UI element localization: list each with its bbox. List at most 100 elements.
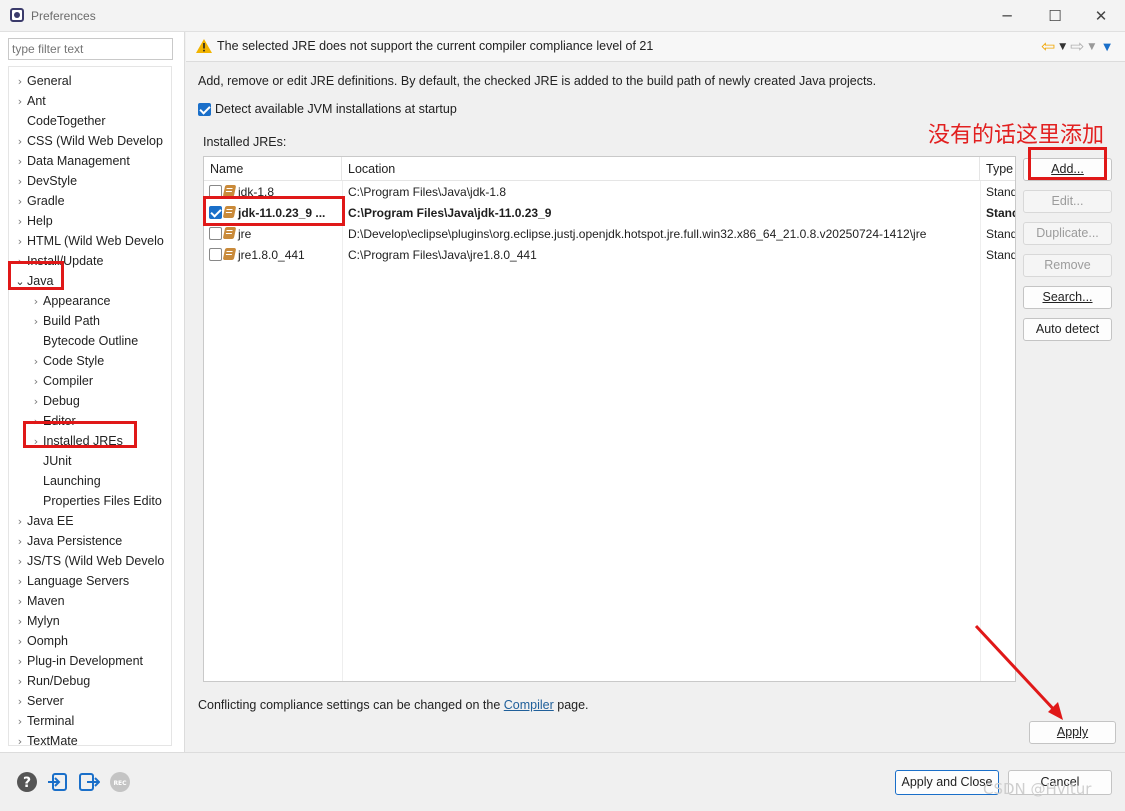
sidebar-item[interactable]: › TextMate (13, 731, 78, 745)
table-row[interactable]: jdk-11.0.23_9 ... C:\Program Files\Java\j… (204, 203, 1015, 224)
export-icon[interactable] (78, 771, 100, 793)
sidebar-item[interactable]: › Java Persistence (13, 531, 122, 551)
sidebar-item[interactable]: › Appearance (29, 291, 111, 312)
view-menu-icon[interactable]: ▼ (1103, 42, 1111, 53)
sidebar-item[interactable]: › Java EE (13, 511, 74, 531)
detect-jvm-checkbox[interactable] (198, 102, 211, 116)
sidebar-item[interactable]: Properties Files Edito (29, 491, 162, 511)
sidebar-item[interactable]: › Terminal (13, 711, 74, 731)
edit-button[interactable]: Edit... (1023, 190, 1112, 213)
chevron-right-icon[interactable]: › (13, 192, 27, 212)
jre-default-checkbox[interactable] (209, 248, 222, 261)
compiler-link[interactable]: Compiler (504, 698, 554, 712)
chevron-right-icon[interactable]: › (13, 572, 27, 592)
chevron-right-icon[interactable]: › (13, 692, 27, 712)
sidebar-item[interactable]: › Maven (13, 591, 65, 611)
sidebar-item[interactable]: JUnit (29, 451, 71, 471)
sidebar-item[interactable]: › DevStyle (13, 171, 77, 191)
sidebar-item[interactable]: › Gradle (13, 191, 65, 211)
sidebar-item[interactable]: › JS/TS (Wild Web Develo (13, 551, 165, 572)
jre-location: C:\Program Files\Java\jre1.8.0_441 (348, 248, 537, 262)
chevron-right-icon[interactable]: › (13, 532, 27, 552)
sidebar-item[interactable]: › Compiler (29, 371, 93, 391)
sidebar-item[interactable]: › Mylyn (13, 611, 60, 631)
sidebar-item[interactable]: › Build Path (29, 311, 100, 331)
forward-arrow-icon[interactable]: ⇨ (1070, 37, 1084, 57)
sidebar-item[interactable]: ⌄ Java (13, 271, 53, 291)
forward-dropdown-icon[interactable]: ▼ (1088, 42, 1095, 52)
minimize-button[interactable]: ─ (987, 4, 1027, 28)
chevron-right-icon[interactable]: › (13, 612, 27, 632)
chevron-right-icon[interactable]: › (29, 372, 43, 392)
chevron-right-icon[interactable]: › (13, 592, 27, 612)
sidebar-item[interactable]: › Language Servers (13, 571, 129, 591)
chevron-right-icon[interactable]: › (13, 552, 27, 572)
table-row[interactable]: jre D:\Develop\eclipse\plugins\org.eclips… (204, 224, 1015, 245)
sidebar-item[interactable]: › Data Management (13, 151, 130, 171)
chevron-right-icon[interactable]: › (29, 412, 43, 432)
sidebar-item[interactable]: › Install/Update (13, 251, 104, 272)
add-button[interactable]: Add... (1023, 158, 1112, 181)
remove-button[interactable]: Remove (1023, 254, 1112, 277)
sidebar-item[interactable]: › Installed JREs (29, 431, 123, 451)
chevron-right-icon[interactable]: › (13, 252, 27, 272)
chevron-down-icon[interactable]: ⌄ (13, 272, 27, 292)
column-header-location[interactable]: Location (342, 157, 980, 181)
column-header-type[interactable]: Type (980, 157, 1015, 181)
sidebar-item[interactable]: › Ant (13, 91, 46, 111)
chevron-right-icon[interactable]: › (13, 672, 27, 692)
close-button[interactable]: ✕ (1081, 4, 1121, 28)
sidebar-item[interactable]: › Oomph (13, 631, 68, 651)
import-icon[interactable] (47, 771, 69, 793)
sidebar-item[interactable]: CodeTogether (13, 111, 106, 131)
sidebar-item[interactable]: › Run/Debug (13, 671, 90, 691)
sidebar-item[interactable]: Bytecode Outline (29, 331, 138, 351)
duplicate-button[interactable]: Duplicate... (1023, 222, 1112, 245)
chevron-right-icon[interactable]: › (29, 392, 43, 412)
chevron-right-icon[interactable]: › (29, 432, 43, 452)
sidebar-item[interactable]: › Editor (29, 411, 76, 431)
filter-input[interactable] (8, 38, 173, 60)
column-header-name[interactable]: Name (204, 157, 342, 181)
detect-jvm-option[interactable]: Detect available JVM installations at st… (198, 102, 457, 116)
chevron-right-icon[interactable]: › (13, 212, 27, 232)
chevron-right-icon[interactable]: › (29, 352, 43, 372)
maximize-button[interactable]: ☐ (1035, 4, 1075, 28)
jre-location: C:\Program Files\Java\jdk-1.8 (348, 185, 507, 199)
sidebar-item[interactable]: › Help (13, 211, 53, 231)
search-button[interactable]: Search... (1023, 286, 1112, 309)
sidebar-item[interactable]: › Server (13, 691, 64, 711)
sidebar-scrollbar[interactable] (175, 66, 183, 746)
chevron-right-icon[interactable]: › (13, 632, 27, 652)
sidebar-item[interactable]: › Debug (29, 391, 80, 411)
chevron-right-icon[interactable]: › (29, 292, 43, 312)
chevron-right-icon[interactable]: › (13, 712, 27, 732)
chevron-right-icon[interactable]: › (13, 72, 27, 92)
chevron-right-icon[interactable]: › (13, 152, 27, 172)
chevron-right-icon[interactable]: › (13, 512, 27, 532)
chevron-right-icon[interactable]: › (29, 312, 43, 332)
back-arrow-icon[interactable]: ⇦ (1041, 37, 1055, 57)
help-icon[interactable]: ? (16, 771, 38, 793)
chevron-right-icon[interactable]: › (13, 132, 27, 152)
chevron-right-icon[interactable]: › (13, 232, 27, 252)
sidebar-item[interactable]: › HTML (Wild Web Develo (13, 231, 164, 251)
table-row[interactable]: jre1.8.0_441 C:\Program Files\Java\jre1.8… (204, 245, 1015, 266)
auto-detect-button[interactable]: Auto detect (1023, 318, 1112, 341)
jre-default-checkbox[interactable] (209, 206, 222, 219)
sidebar-item[interactable]: Launching (29, 471, 101, 491)
chevron-right-icon[interactable]: › (13, 92, 27, 112)
sidebar-item[interactable]: › Code Style (29, 351, 104, 371)
chevron-right-icon[interactable]: › (13, 652, 27, 672)
sidebar-item[interactable]: › Plug-in Development (13, 651, 143, 671)
table-row[interactable]: jdk-1.8 C:\Program Files\Java\jdk-1.8 Stan… (204, 182, 1015, 203)
back-dropdown-icon[interactable]: ▼ (1059, 42, 1066, 52)
jre-default-checkbox[interactable] (209, 185, 222, 198)
jre-default-checkbox[interactable] (209, 227, 222, 240)
chevron-right-icon[interactable]: › (13, 172, 27, 192)
sidebar-item[interactable]: › General (13, 71, 72, 92)
installed-jres-table[interactable]: Name Location Type jdk-1.8 C:\Program Fil… (203, 156, 1016, 682)
record-icon[interactable]: REC (109, 771, 131, 793)
chevron-right-icon[interactable]: › (13, 732, 27, 745)
sidebar-item[interactable]: › CSS (Wild Web Develop (13, 131, 163, 151)
